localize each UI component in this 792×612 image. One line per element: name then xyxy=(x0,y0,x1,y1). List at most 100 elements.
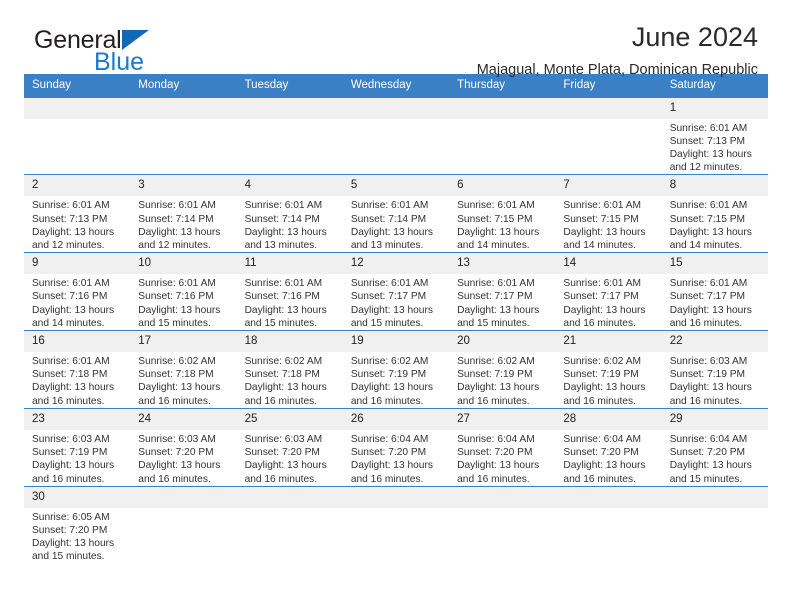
calendar-day-cell[interactable]: 24 Sunrise: 6:03 AM Sunset: 7:20 PM Dayligh… xyxy=(130,407,237,487)
calendar-day-cell[interactable]: 2 Sunrise: 6:01 AM Sunset: 7:13 PM Daylight… xyxy=(24,174,131,253)
daylight-duration-line1: Daylight: 13 hours xyxy=(138,460,221,472)
calendar-day-cell[interactable]: 13 Sunrise: 6:01 AM Sunset: 7:17 PM Dayligh… xyxy=(449,252,556,331)
calendar-day-cell[interactable]: 15 Sunrise: 6:01 AM Sunset: 7:17 PM Dayligh… xyxy=(661,252,768,331)
sunset-time: Sunset: 7:17 PM xyxy=(457,291,533,303)
calendar-day-cell-empty xyxy=(661,485,768,564)
calendar-day-cell[interactable]: 30 Sunrise: 6:05 AM Sunset: 7:20 PM Dayligh… xyxy=(24,485,131,564)
daylight-duration-line1: Daylight: 13 hours xyxy=(563,382,646,394)
calendar-day-cell[interactable]: 26 Sunrise: 6:04 AM Sunset: 7:20 PM Dayligh… xyxy=(342,407,450,487)
sunrise-time: Sunrise: 6:03 AM xyxy=(138,433,216,445)
day-sun-info: Sunrise: 6:02 AM Sunset: 7:19 PM Daylight:… xyxy=(343,352,449,408)
calendar-day-cell[interactable]: 1 Sunrise: 6:01 AM Sunset: 7:13 PM Daylight… xyxy=(661,97,768,175)
day-number xyxy=(24,97,131,119)
calendar-day-cell[interactable]: 7 Sunrise: 6:01 AM Sunset: 7:15 PM Daylight… xyxy=(555,174,662,253)
day-number: 11 xyxy=(236,253,343,275)
daylight-duration-line2: and 15 minutes. xyxy=(669,473,743,485)
calendar-day-cell[interactable]: 9 Sunrise: 6:01 AM Sunset: 7:16 PM Daylight… xyxy=(24,252,131,331)
day-number xyxy=(449,486,556,508)
sunrise-time: Sunrise: 6:01 AM xyxy=(32,356,110,368)
sunset-time: Sunset: 7:15 PM xyxy=(669,213,746,225)
daylight-duration-line1: Daylight: 13 hours xyxy=(32,460,115,472)
calendar-day-cell[interactable]: 11 Sunrise: 6:01 AM Sunset: 7:16 PM Dayligh… xyxy=(236,252,343,331)
page-subtitle: Majagual, Monte Plata, Dominican Republi… xyxy=(476,62,758,79)
sunset-time: Sunset: 7:13 PM xyxy=(32,213,108,225)
day-number xyxy=(130,97,237,119)
day-number: 13 xyxy=(449,253,556,275)
daylight-duration-line1: Daylight: 13 hours xyxy=(32,382,115,394)
sunset-time: Sunset: 7:20 PM xyxy=(457,447,533,459)
day-sun-info: Sunrise: 6:01 AM Sunset: 7:15 PM Daylight:… xyxy=(449,196,555,252)
day-number: 28 xyxy=(555,408,662,430)
calendar-day-cell[interactable]: 6 Sunrise: 6:01 AM Sunset: 7:15 PM Daylight… xyxy=(449,174,556,253)
calendar-day-cell[interactable]: 25 Sunrise: 6:03 AM Sunset: 7:20 PM Dayligh… xyxy=(236,407,343,487)
calendar-day-cell[interactable]: 18 Sunrise: 6:02 AM Sunset: 7:18 PM Dayligh… xyxy=(236,330,343,409)
calendar-body: 1 Sunrise: 6:01 AM Sunset: 7:13 PM Daylight… xyxy=(24,97,768,564)
calendar-day-cell[interactable]: 22 Sunrise: 6:03 AM Sunset: 7:19 PM Dayligh… xyxy=(661,330,768,409)
calendar-day-cell[interactable]: 17 Sunrise: 6:02 AM Sunset: 7:18 PM Dayligh… xyxy=(130,330,237,409)
day-number: 21 xyxy=(555,331,662,353)
calendar-day-cell[interactable]: 12 Sunrise: 6:01 AM Sunset: 7:17 PM Dayligh… xyxy=(342,252,450,331)
sunset-time: Sunset: 7:20 PM xyxy=(563,447,639,459)
day-sun-info: Sunrise: 6:01 AM Sunset: 7:17 PM Daylight:… xyxy=(555,274,661,330)
calendar-day-cell[interactable]: 28 Sunrise: 6:04 AM Sunset: 7:20 PM Dayligh… xyxy=(555,407,662,487)
sunset-time: Sunset: 7:14 PM xyxy=(350,213,427,225)
calendar-week-row: 1 Sunrise: 6:01 AM Sunset: 7:13 PM Daylight… xyxy=(24,97,768,175)
daylight-duration-line1: Daylight: 13 hours xyxy=(563,460,646,472)
calendar-day-cell[interactable]: 8 Sunrise: 6:01 AM Sunset: 7:15 PM Daylight… xyxy=(661,174,768,253)
calendar-day-cell[interactable]: 27 Sunrise: 6:04 AM Sunset: 7:20 PM Dayligh… xyxy=(449,407,556,487)
calendar-day-cell[interactable]: 4 Sunrise: 6:01 AM Sunset: 7:14 PM Daylight… xyxy=(236,174,343,253)
sunrise-time: Sunrise: 6:04 AM xyxy=(669,433,748,445)
sunrise-time: Sunrise: 6:01 AM xyxy=(669,200,748,212)
sunset-time: Sunset: 7:19 PM xyxy=(669,369,746,381)
day-sun-info: Sunrise: 6:01 AM Sunset: 7:13 PM Daylight:… xyxy=(662,119,768,175)
day-number: 23 xyxy=(24,408,131,430)
daylight-duration-line2: and 12 minutes. xyxy=(138,240,211,252)
sunrise-time: Sunrise: 6:01 AM xyxy=(138,278,216,290)
daylight-duration-line1: Daylight: 13 hours xyxy=(669,382,752,394)
calendar-week-row: 9 Sunrise: 6:01 AM Sunset: 7:16 PM Daylight… xyxy=(24,252,768,331)
daylight-duration-line2: and 16 minutes. xyxy=(138,395,211,407)
sunrise-time: Sunrise: 6:01 AM xyxy=(563,200,641,212)
day-number: 6 xyxy=(449,175,556,197)
calendar-day-cell[interactable]: 14 Sunrise: 6:01 AM Sunset: 7:17 PM Dayligh… xyxy=(555,252,662,331)
daylight-duration-line1: Daylight: 13 hours xyxy=(457,382,540,394)
daylight-duration-line1: Daylight: 13 hours xyxy=(244,304,327,316)
daylight-duration-line2: and 14 minutes. xyxy=(563,240,636,252)
sunrise-time: Sunrise: 6:04 AM xyxy=(457,433,535,445)
day-sun-info: Sunrise: 6:01 AM Sunset: 7:17 PM Daylight:… xyxy=(343,274,449,330)
daylight-duration-line1: Daylight: 13 hours xyxy=(350,304,433,316)
day-number: 25 xyxy=(236,408,343,430)
sunset-time: Sunset: 7:20 PM xyxy=(138,447,214,459)
calendar-day-cell[interactable]: 23 Sunrise: 6:03 AM Sunset: 7:19 PM Dayligh… xyxy=(24,407,131,487)
calendar-day-cell[interactable]: 3 Sunrise: 6:01 AM Sunset: 7:14 PM Daylight… xyxy=(130,174,237,253)
calendar-day-cell[interactable]: 21 Sunrise: 6:02 AM Sunset: 7:19 PM Dayligh… xyxy=(555,330,662,409)
daylight-duration-line1: Daylight: 13 hours xyxy=(32,304,115,316)
daylight-duration-line2: and 15 minutes. xyxy=(244,317,318,329)
sunrise-time: Sunrise: 6:02 AM xyxy=(244,356,323,368)
daylight-duration-line2: and 14 minutes. xyxy=(32,317,105,329)
day-number: 17 xyxy=(130,331,237,353)
day-sun-info: Sunrise: 6:01 AM Sunset: 7:18 PM Daylight:… xyxy=(24,352,130,408)
day-number xyxy=(555,486,662,508)
sunrise-time: Sunrise: 6:05 AM xyxy=(32,511,110,523)
day-sun-info: Sunrise: 6:02 AM Sunset: 7:19 PM Daylight:… xyxy=(555,352,661,408)
day-number: 7 xyxy=(555,175,662,197)
sunset-time: Sunset: 7:15 PM xyxy=(563,213,639,225)
day-sun-info: Sunrise: 6:03 AM Sunset: 7:19 PM Daylight:… xyxy=(662,352,768,408)
calendar-day-cell[interactable]: 19 Sunrise: 6:02 AM Sunset: 7:19 PM Dayligh… xyxy=(342,330,450,409)
calendar-day-cell[interactable]: 16 Sunrise: 6:01 AM Sunset: 7:18 PM Dayligh… xyxy=(24,330,131,409)
calendar-day-cell[interactable]: 29 Sunrise: 6:04 AM Sunset: 7:20 PM Dayligh… xyxy=(661,407,768,487)
calendar-day-cell[interactable]: 20 Sunrise: 6:02 AM Sunset: 7:19 PM Dayligh… xyxy=(449,330,556,409)
calendar-week-row: 2 Sunrise: 6:01 AM Sunset: 7:13 PM Daylight… xyxy=(24,174,768,253)
day-number xyxy=(130,486,237,508)
calendar-day-cell[interactable]: 10 Sunrise: 6:01 AM Sunset: 7:16 PM Dayligh… xyxy=(130,252,237,331)
day-sun-info: Sunrise: 6:03 AM Sunset: 7:20 PM Daylight:… xyxy=(130,430,236,486)
daylight-duration-line1: Daylight: 13 hours xyxy=(669,226,752,238)
calendar-day-cell[interactable]: 5 Sunrise: 6:01 AM Sunset: 7:14 PM Daylight… xyxy=(342,174,450,253)
general-blue-logo[interactable]: General Blue xyxy=(34,28,264,82)
day-number: 5 xyxy=(342,175,450,197)
sunrise-time: Sunrise: 6:02 AM xyxy=(457,356,535,368)
day-number: 18 xyxy=(236,331,343,353)
daylight-duration-line1: Daylight: 13 hours xyxy=(32,226,115,238)
sunrise-time: Sunrise: 6:01 AM xyxy=(32,200,110,212)
